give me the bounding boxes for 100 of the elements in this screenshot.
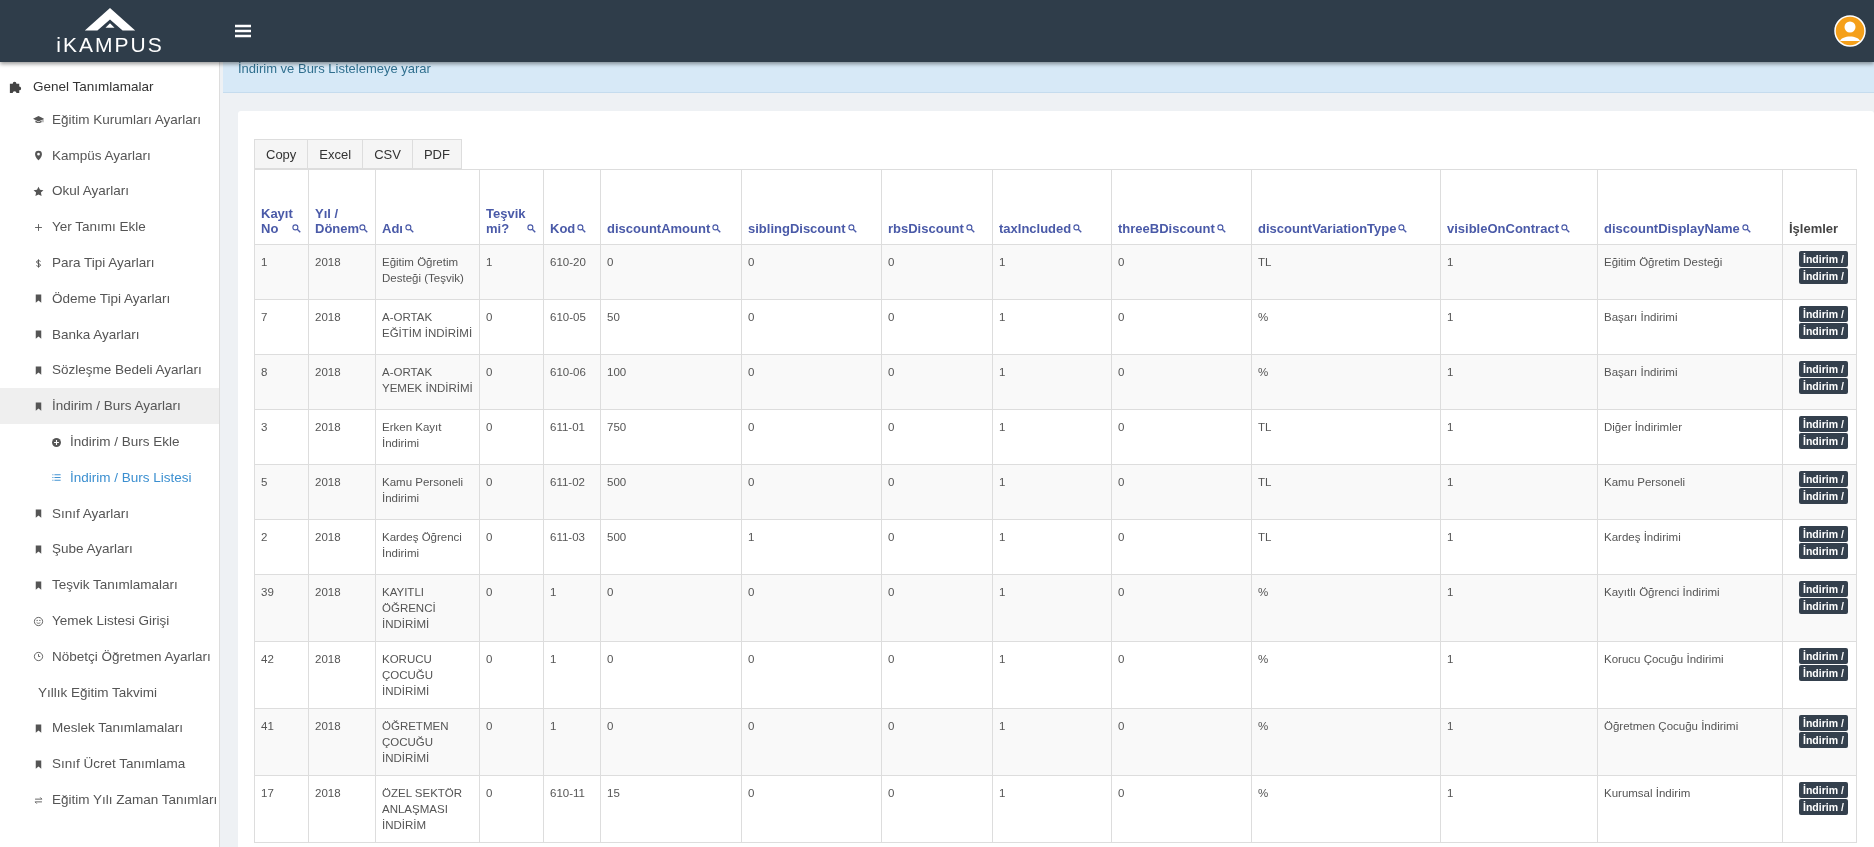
column-header[interactable]: threeBDiscount: [1118, 221, 1215, 236]
sidebar-item[interactable]: Kampüs Ayarları: [0, 137, 219, 174]
table-cell: 0: [486, 586, 493, 598]
table-cell: 1: [261, 256, 268, 268]
discount-action-button[interactable]: İndirim /: [1799, 732, 1848, 748]
discount-action-button[interactable]: İndirim /: [1799, 598, 1848, 614]
bookmark-icon: [33, 722, 44, 734]
sidebar-item[interactable]: İndirim / Burs Ayarları: [0, 388, 219, 425]
discount-action-button[interactable]: İndirim /: [1799, 526, 1848, 542]
sidebar-item[interactable]: Ödeme Tipi Ayarları: [0, 281, 219, 317]
table-cell: 610-11: [550, 787, 585, 799]
search-icon[interactable]: [1560, 224, 1570, 233]
search-icon[interactable]: [847, 224, 857, 233]
discount-action-button[interactable]: İndirim /: [1799, 543, 1848, 559]
table-cell: 0: [888, 256, 895, 268]
table-cell: 1: [999, 421, 1006, 433]
search-icon[interactable]: [404, 224, 414, 233]
discount-action-button[interactable]: İndirim /: [1799, 378, 1848, 394]
plus-icon: [33, 221, 44, 233]
table-cell: TL: [1258, 256, 1272, 268]
sidebar-item[interactable]: Meslek Tanımlamaları: [0, 710, 219, 747]
bookmark-icon: [33, 543, 44, 555]
sidebar-item[interactable]: Nöbetçi Öğretmen Ayarları: [0, 638, 219, 675]
sidebar-item[interactable]: Eğitim Yılı Zaman Tanımları: [0, 782, 219, 818]
export-button[interactable]: Excel: [307, 139, 363, 169]
sidebar-subitem[interactable]: İndirim / Burs Listesi: [0, 459, 219, 496]
column-header[interactable]: siblingDiscount: [748, 221, 846, 236]
sidebar-item[interactable]: Eğitim Kurumları Ayarları: [0, 102, 219, 138]
search-icon[interactable]: [1741, 224, 1751, 233]
discount-action-button[interactable]: İndirim /: [1799, 488, 1848, 504]
discount-action-button[interactable]: İndirim /: [1799, 581, 1848, 597]
column-header[interactable]: discountAmount: [607, 221, 711, 236]
table-cell: 1: [1447, 787, 1454, 799]
table-cell: Erken Kayıt İndirimi: [382, 421, 442, 449]
table-cell: 0: [486, 476, 493, 488]
exchange-arrows-icon: [33, 794, 44, 806]
discount-action-button[interactable]: İndirim /: [1799, 648, 1848, 664]
column-header[interactable]: Adı: [382, 221, 403, 236]
column-header[interactable]: visibleOnContract: [1447, 221, 1559, 236]
table-cell: 0: [486, 421, 493, 433]
discount-action-button[interactable]: İndirim /: [1799, 433, 1848, 449]
search-icon[interactable]: [1398, 224, 1408, 233]
search-icon[interactable]: [1073, 224, 1083, 233]
discount-action-button[interactable]: İndirim /: [1799, 715, 1848, 731]
sidebar-item[interactable]: Sınıf Ayarları: [0, 495, 219, 532]
export-button[interactable]: CSV: [362, 139, 412, 169]
discount-action-button[interactable]: İndirim /: [1799, 799, 1848, 815]
discount-action-button[interactable]: İndirim /: [1799, 361, 1848, 377]
table-cell: 0: [748, 421, 755, 433]
table-cell: 7: [261, 311, 268, 323]
discount-action-button[interactable]: İndirim /: [1799, 251, 1848, 267]
column-header[interactable]: Yıl / Dönem: [315, 206, 357, 236]
discount-action-button[interactable]: İndirim /: [1799, 323, 1848, 339]
menu-icon[interactable]: [235, 24, 251, 38]
column-header[interactable]: İşlemler: [1789, 221, 1838, 236]
table-cell: 0: [748, 720, 755, 732]
discount-action-button[interactable]: İndirim /: [1799, 268, 1848, 284]
sidebar-section-title[interactable]: Genel Tanımlamalar: [33, 78, 154, 94]
search-icon[interactable]: [292, 224, 301, 233]
search-icon[interactable]: [1216, 224, 1226, 233]
column-header[interactable]: rbsDiscount: [888, 221, 964, 236]
search-icon[interactable]: [712, 224, 722, 233]
sidebar-subitem[interactable]: İndirim / Burs Ekle: [0, 424, 219, 460]
column-header[interactable]: taxIncluded: [999, 221, 1072, 236]
sidebar-item[interactable]: Yer Tanımı Ekle: [0, 209, 219, 246]
discount-action-button[interactable]: İndirim /: [1799, 416, 1848, 432]
table-cell: 0: [1118, 366, 1125, 378]
sidebar-item[interactable]: Yemek Listesi Girişi: [0, 603, 219, 639]
sidebar-item[interactable]: Okul Ayarları: [0, 173, 219, 210]
discount-action-button[interactable]: İndirim /: [1799, 782, 1848, 798]
discount-action-button[interactable]: İndirim /: [1799, 471, 1848, 487]
smiley-icon: [33, 615, 44, 627]
sidebar-item[interactable]: Para Tipi Ayarları: [0, 245, 219, 281]
table-cell: 1: [999, 787, 1006, 799]
table-cell: Kardeş İndirimi: [1604, 531, 1681, 543]
table-cell: 1: [1447, 653, 1454, 665]
sidebar-item[interactable]: Banka Ayarları: [0, 316, 219, 353]
sidebar-item[interactable]: Sınıf Ücret Tanımlama: [0, 746, 219, 783]
column-header[interactable]: discountVariationType: [1258, 221, 1397, 236]
table-cell: A-ORTAK EĞİTİM İNDİRİMİ: [382, 311, 473, 339]
export-button[interactable]: PDF: [411, 139, 462, 169]
sidebar-item[interactable]: Teşvik Tanımlamaları: [0, 567, 219, 604]
search-icon[interactable]: [577, 224, 587, 233]
sidebar-item[interactable]: Şube Ayarları: [0, 531, 219, 568]
table-cell: A-ORTAK YEMEK İNDİRİMİ: [382, 366, 473, 394]
column-header[interactable]: discountDisplayName: [1604, 221, 1740, 236]
search-icon[interactable]: [527, 224, 536, 233]
table-cell: 1: [550, 653, 557, 665]
search-icon[interactable]: [965, 224, 975, 233]
user-avatar-icon[interactable]: [1834, 15, 1866, 47]
discount-action-button[interactable]: İndirim /: [1799, 306, 1848, 322]
column-header[interactable]: Teşvik mi?: [486, 206, 525, 236]
table-cell: ÖĞRETMEN ÇOCUĞU İNDİRİMİ: [382, 720, 449, 764]
export-button[interactable]: Copy: [254, 139, 308, 169]
column-header[interactable]: Kod: [550, 221, 576, 236]
table-cell: 2: [261, 531, 268, 543]
discount-action-button[interactable]: İndirim /: [1799, 665, 1848, 681]
sidebar-item[interactable]: Sözleşme Bedeli Ayarları: [0, 352, 219, 389]
sidebar-item[interactable]: Yıllık Eğitim Takvimi: [0, 674, 219, 711]
search-icon[interactable]: [359, 224, 368, 233]
